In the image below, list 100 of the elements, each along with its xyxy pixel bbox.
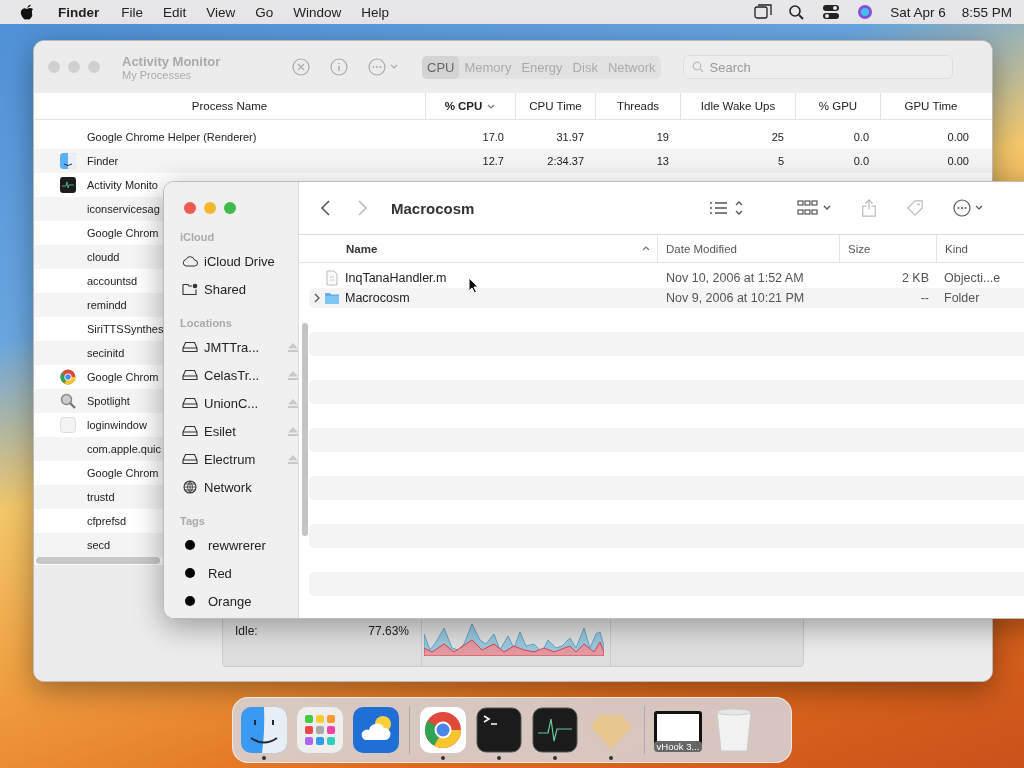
sidebar-item[interactable]: CelasTr...: [204, 367, 278, 383]
window-stack-icon[interactable]: [754, 4, 773, 20]
column-header[interactable]: Kind: [937, 235, 1024, 262]
globe-icon: [182, 480, 198, 494]
table-cell-text: 19: [655, 131, 670, 143]
forward-chevron-icon[interactable]: [355, 200, 369, 216]
tab[interactable]: CPU: [422, 55, 460, 79]
eject-icon[interactable]: [288, 454, 298, 464]
menu-bar-time[interactable]: 8:55 PM: [961, 4, 1012, 20]
icon-grid-icon[interactable]: [797, 199, 833, 217]
vertical-scrollbar[interactable]: [302, 323, 308, 536]
column-header[interactable]: Threads: [596, 93, 681, 119]
process-name: secinitd: [87, 347, 125, 359]
column-header[interactable]: Name: [299, 235, 658, 262]
minimize-button[interactable]: [68, 61, 80, 73]
tag-dot-icon: [185, 540, 195, 550]
table-cell-text: 0.0: [852, 155, 870, 167]
sidebar-item[interactable]: Red: [208, 565, 282, 581]
stat-label: Idle:: [235, 624, 258, 638]
eject-icon[interactable]: [288, 398, 298, 408]
menu-bar-date[interactable]: Sat Apr 6: [890, 4, 946, 20]
process-name: Finder: [87, 155, 119, 167]
sidebar-item[interactable]: rewwrerer: [208, 537, 282, 553]
process-name: Google Chrom: [87, 467, 159, 479]
app-menu[interactable]: Finder: [58, 4, 100, 20]
siri-orb-icon[interactable]: [856, 4, 875, 20]
menu-item[interactable]: Help: [361, 4, 390, 20]
sidebar-item[interactable]: Shared: [204, 281, 278, 297]
sidebar-item[interactable]: iCloud Drive: [204, 253, 278, 269]
horizontal-scrollbar[interactable]: [36, 557, 160, 564]
table-cell-text: 31.97: [555, 131, 585, 143]
search-field[interactable]: Search: [682, 55, 953, 79]
column-header[interactable]: Idle Wake Ups: [681, 93, 796, 119]
close-button[interactable]: [48, 61, 60, 73]
monitor-graph-icon[interactable]: [532, 707, 578, 753]
menu-item[interactable]: View: [206, 4, 236, 20]
terminal-prompt-icon[interactable]: [476, 707, 522, 753]
column-header[interactable]: GPU Time: [881, 93, 981, 119]
zoom-button[interactable]: [88, 61, 100, 73]
process-name: secd: [87, 539, 111, 551]
finder-face-icon[interactable]: [241, 707, 287, 753]
close-button[interactable]: [184, 202, 196, 214]
menu-item[interactable]: Edit: [163, 4, 187, 20]
info-icon[interactable]: [330, 58, 348, 76]
cloud-icon: [182, 254, 198, 268]
file-name[interactable]: InqTanaHandler.m: [345, 271, 658, 285]
zoom-button[interactable]: [224, 202, 236, 214]
minimize-button[interactable]: [204, 202, 216, 214]
window-thumbnail[interactable]: [654, 711, 702, 745]
process-name: SiriTTSSynthes: [87, 323, 164, 335]
process-name: accountsd: [87, 275, 138, 287]
column-header[interactable]: Size: [840, 235, 937, 262]
process-name: loginwindow: [87, 419, 147, 431]
file-kind: Objecti...e: [943, 271, 1001, 285]
app-grid-icon[interactable]: [297, 707, 343, 753]
column-header[interactable]: Process Name: [34, 93, 426, 119]
table-cell-text: 5: [776, 155, 785, 167]
menu-item[interactable]: Go: [255, 4, 274, 20]
sidebar-item[interactable]: Orange: [208, 593, 282, 609]
sidebar-item[interactable]: UnionC...: [204, 395, 278, 411]
process-name: cloudd: [87, 251, 120, 263]
eject-icon[interactable]: [288, 342, 298, 352]
column-header[interactable]: CPU Time: [516, 93, 596, 119]
back-chevron-icon[interactable]: [319, 200, 333, 216]
table-cell-text: 12.7: [481, 155, 505, 167]
column-header[interactable]: % CPU: [426, 93, 516, 119]
file-size: --: [919, 291, 929, 305]
tag-icon[interactable]: [905, 199, 925, 217]
sidebar-item[interactable]: JMTTra...: [204, 339, 278, 355]
sidebar-item[interactable]: Network: [204, 479, 278, 495]
control-toggles-icon[interactable]: [822, 4, 841, 20]
folder-icon: [324, 290, 340, 306]
window-subtitle: My Processes: [122, 68, 193, 81]
list-view-icon[interactable]: [709, 199, 745, 217]
file-name[interactable]: Macrocosm: [345, 291, 658, 305]
window-title: Activity Monitor: [122, 53, 222, 69]
table-cell-text: 2:34.37: [546, 155, 585, 167]
eject-icon[interactable]: [288, 370, 298, 380]
share-icon[interactable]: [861, 199, 877, 217]
cloud-sun-icon[interactable]: [353, 707, 399, 753]
chrome-logo-icon[interactable]: [420, 707, 466, 753]
shared-folder-icon: [182, 282, 198, 296]
process-name: iconservicesag: [87, 203, 160, 215]
date-modified: Nov 10, 2006 at 1:52 AM: [665, 271, 805, 285]
sidebar-item[interactable]: Electrum: [204, 451, 278, 467]
sidebar-item[interactable]: Esilet: [204, 423, 278, 439]
table-cell-text: 25: [770, 131, 785, 143]
menu-item[interactable]: Window: [293, 4, 342, 20]
stop-process-icon[interactable]: [292, 58, 310, 76]
column-header[interactable]: Date Modified: [658, 235, 840, 262]
blank-window-icon: [60, 417, 76, 433]
file-size: 2 KB: [900, 271, 929, 285]
eject-icon[interactable]: [288, 426, 298, 436]
drive-icon: [182, 452, 198, 466]
date-modified: Nov 9, 2006 at 10:21 PM: [665, 291, 806, 305]
window-thumbnail-label: vHook 3...: [653, 741, 703, 752]
apple-logo-icon[interactable]: [20, 4, 34, 20]
menu-item[interactable]: File: [121, 4, 144, 20]
disclosure-chevron-icon[interactable]: [312, 293, 322, 303]
column-header[interactable]: % GPU: [796, 93, 881, 119]
